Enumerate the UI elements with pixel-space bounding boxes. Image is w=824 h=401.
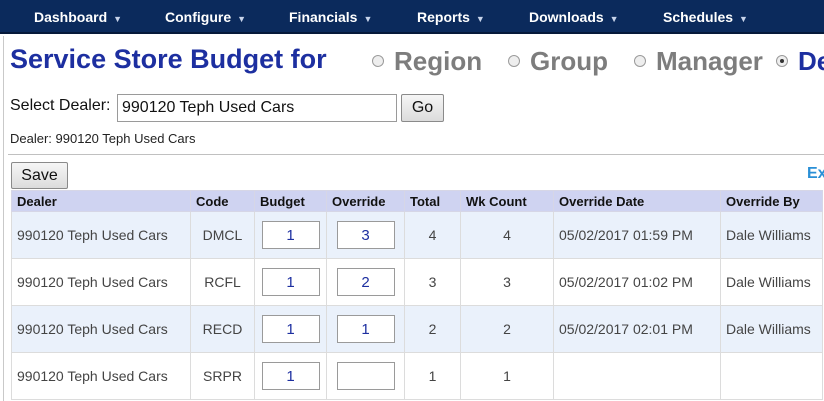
save-button[interactable]: Save bbox=[11, 162, 68, 189]
header-dealer: Dealer bbox=[11, 190, 191, 212]
scope-manager-label: Manager bbox=[656, 46, 763, 76]
radio-manager[interactable] bbox=[634, 55, 646, 67]
cell-dealer: 990120 Teph Used Cars bbox=[11, 258, 191, 306]
nav-reports-label: Reports bbox=[417, 9, 470, 25]
nav-schedules[interactable]: Schedules ▼ bbox=[663, 9, 748, 27]
cell-override-by bbox=[720, 352, 823, 400]
cell-override-date: 05/02/2017 02:01 PM bbox=[553, 305, 721, 353]
cell-wk-count: 1 bbox=[460, 352, 554, 400]
override-input[interactable] bbox=[336, 221, 395, 249]
cell-wk-count: 2 bbox=[460, 305, 554, 353]
cell-code: SRPR bbox=[190, 352, 255, 400]
chevron-down-icon: ▼ bbox=[739, 14, 748, 24]
cell-override-by: Dale Williams bbox=[720, 211, 823, 259]
scope-region-label: Region bbox=[394, 46, 483, 76]
nav-financials[interactable]: Financials ▼ bbox=[289, 9, 372, 27]
radio-region[interactable] bbox=[372, 55, 384, 67]
override-input[interactable] bbox=[336, 362, 395, 390]
header-wk-count: Wk Count bbox=[460, 190, 554, 212]
chevron-down-icon: ▼ bbox=[475, 14, 485, 24]
cell-dealer: 990120 Teph Used Cars bbox=[11, 352, 191, 400]
override-input[interactable] bbox=[336, 315, 395, 343]
radio-group[interactable] bbox=[508, 55, 520, 67]
header-override: Override bbox=[326, 190, 405, 212]
export-link[interactable]: Ex bbox=[807, 165, 824, 183]
top-nav: Dashboard ▼ Configure ▼ Financials ▼ Report… bbox=[0, 0, 824, 34]
budget-input[interactable] bbox=[261, 362, 320, 390]
scope-dealer-label: De bbox=[798, 46, 824, 76]
chevron-down-icon: ▼ bbox=[113, 14, 123, 24]
budget-input[interactable] bbox=[261, 315, 320, 343]
cell-override-date bbox=[553, 352, 721, 400]
table-row: 990120 Teph Used Cars RCFL 3 3 05/02/201… bbox=[11, 258, 823, 306]
table-row: 990120 Teph Used Cars RECD 2 2 05/02/201… bbox=[11, 305, 823, 353]
nav-dashboard[interactable]: Dashboard ▼ bbox=[34, 9, 122, 27]
radio-dealer[interactable] bbox=[776, 55, 788, 67]
go-button[interactable]: Go bbox=[401, 94, 444, 122]
nav-configure-label: Configure bbox=[165, 9, 232, 25]
page-title: Service Store Budget for bbox=[10, 44, 327, 74]
cell-total: 2 bbox=[404, 305, 461, 353]
cell-total: 1 bbox=[404, 352, 461, 400]
table-row: 990120 Teph Used Cars SRPR 1 1 bbox=[11, 352, 823, 400]
cell-dealer: 990120 Teph Used Cars bbox=[11, 211, 191, 259]
table-header-row: Dealer Code Budget Override Total Wk Cou… bbox=[11, 190, 823, 212]
header-budget: Budget bbox=[254, 190, 327, 212]
chevron-down-icon: ▼ bbox=[609, 14, 619, 24]
header-total: Total bbox=[404, 190, 461, 212]
budget-input[interactable] bbox=[261, 268, 320, 296]
cell-wk-count: 3 bbox=[460, 258, 554, 306]
cell-override-date: 05/02/2017 01:59 PM bbox=[553, 211, 721, 259]
cell-override-by: Dale Williams bbox=[720, 258, 823, 306]
scope-group[interactable]: Group bbox=[508, 46, 608, 77]
chevron-down-icon: ▼ bbox=[363, 14, 373, 24]
chevron-down-icon: ▼ bbox=[237, 14, 247, 24]
cell-code: RECD bbox=[190, 305, 255, 353]
select-dealer-label: Select Dealer: bbox=[10, 97, 111, 114]
nav-dashboard-label: Dashboard bbox=[34, 9, 108, 25]
table-row: 990120 Teph Used Cars DMCL 4 4 05/02/201… bbox=[11, 211, 823, 259]
header-code: Code bbox=[190, 190, 255, 212]
current-dealer-text: Dealer: 990120 Teph Used Cars bbox=[10, 131, 196, 146]
scope-manager[interactable]: Manager bbox=[634, 46, 763, 77]
header-override-date: Override Date bbox=[553, 190, 721, 212]
nav-financials-label: Financials bbox=[289, 9, 358, 25]
cell-total: 3 bbox=[404, 258, 461, 306]
override-input[interactable] bbox=[336, 268, 395, 296]
cell-override-date: 05/02/2017 01:02 PM bbox=[553, 258, 721, 306]
divider bbox=[8, 154, 824, 155]
scope-dealer[interactable]: De bbox=[776, 46, 824, 77]
header-override-by: Override By bbox=[720, 190, 823, 212]
budget-table: Dealer Code Budget Override Total Wk Cou… bbox=[11, 190, 823, 400]
scope-group-label: Group bbox=[530, 46, 608, 76]
cell-code: RCFL bbox=[190, 258, 255, 306]
scope-region[interactable]: Region bbox=[372, 46, 482, 77]
nav-downloads-label: Downloads bbox=[529, 9, 604, 25]
cell-wk-count: 4 bbox=[460, 211, 554, 259]
nav-configure[interactable]: Configure ▼ bbox=[165, 9, 246, 27]
cell-dealer: 990120 Teph Used Cars bbox=[11, 305, 191, 353]
cell-total: 4 bbox=[404, 211, 461, 259]
nav-downloads[interactable]: Downloads ▼ bbox=[529, 9, 619, 27]
cell-override-by: Dale Williams bbox=[720, 305, 823, 353]
budget-input[interactable] bbox=[261, 221, 320, 249]
nav-reports[interactable]: Reports ▼ bbox=[417, 9, 485, 27]
dealer-input[interactable] bbox=[117, 94, 397, 122]
nav-schedules-label: Schedules bbox=[663, 9, 734, 25]
cell-code: DMCL bbox=[190, 211, 255, 259]
